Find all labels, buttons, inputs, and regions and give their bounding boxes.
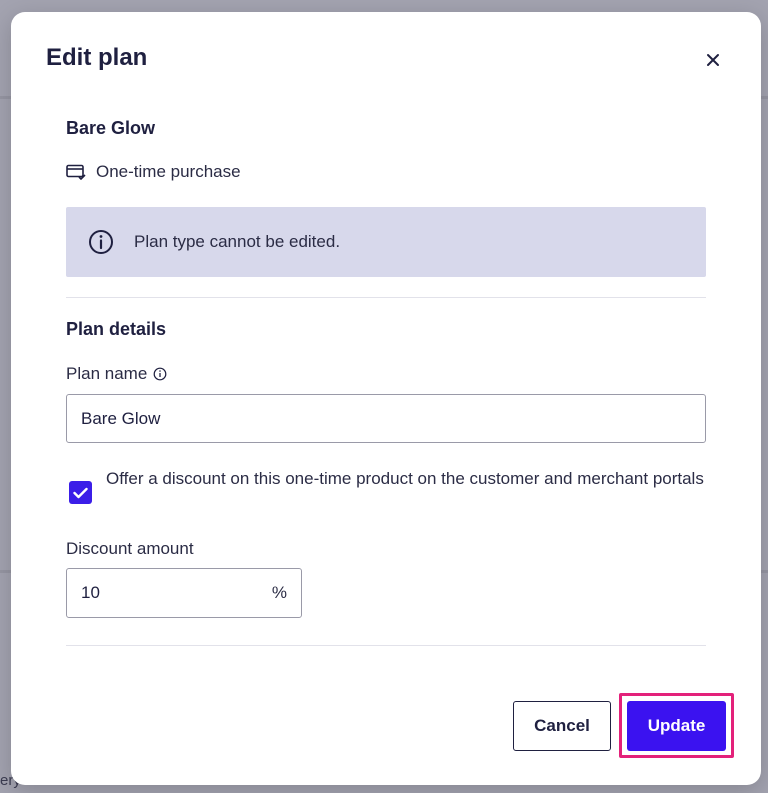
discount-checkbox-label: Offer a discount on this one-time produc… [106,469,704,488]
discount-amount-field[interactable]: % [66,568,302,618]
section-title: Plan details [66,319,167,339]
modal-title: Edit plan [46,44,148,71]
purchase-type: One-time purchase [66,162,241,182]
close-icon [707,54,719,66]
update-button[interactable]: Update [627,701,726,751]
divider [66,645,706,646]
product-name: Bare Glow [66,118,156,138]
plan-name-label-text: Plan name [66,364,148,383]
discount-checkbox[interactable] [69,481,92,504]
info-small-icon[interactable] [153,367,167,381]
info-banner: Plan type cannot be edited. [66,207,706,277]
cancel-button[interactable]: Cancel [513,701,611,751]
info-icon [89,230,113,254]
checkmark-icon [73,487,88,498]
plan-name-input[interactable] [66,394,706,443]
card-check-icon [66,164,86,180]
purchase-type-label: One-time purchase [96,162,241,181]
divider [66,297,706,298]
info-banner-text: Plan type cannot be edited. [134,232,341,251]
discount-amount-label: Discount amount [66,539,194,558]
edit-plan-modal: Edit plan Bare Glow One-time purchase Pl… [11,12,761,785]
discount-amount-input[interactable] [67,569,257,617]
percent-suffix: % [271,583,287,602]
discount-checkbox-row[interactable]: Offer a discount on this one-time produc… [69,466,709,504]
plan-name-label: Plan name [66,364,167,384]
close-button[interactable] [699,46,727,74]
